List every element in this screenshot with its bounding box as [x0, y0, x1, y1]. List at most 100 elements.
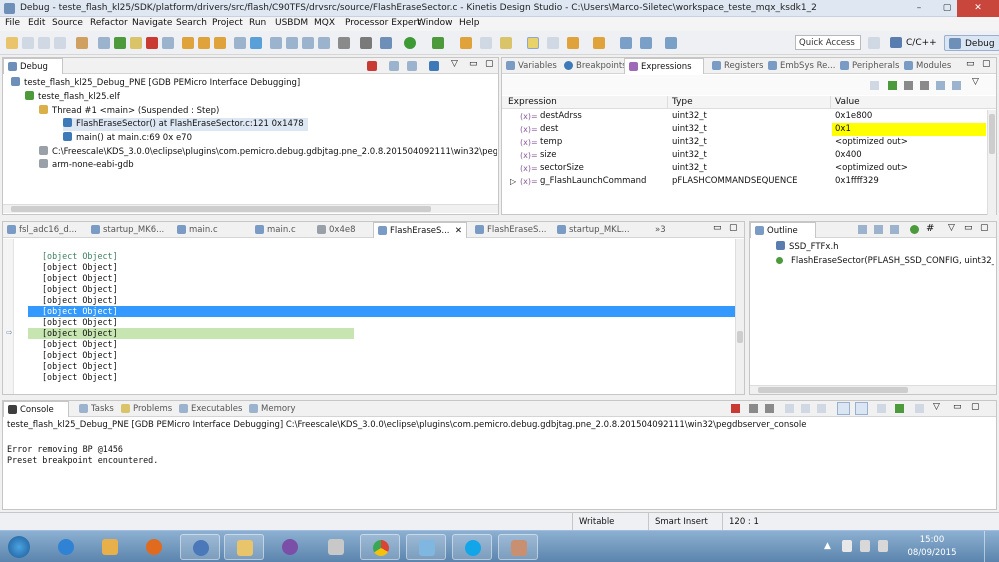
tree-item-frame[interactable]: main() at main.c:69 0x e70: [63, 132, 192, 145]
tab-memory[interactable]: Memory: [245, 401, 296, 417]
search-icon[interactable]: [500, 37, 512, 49]
block-selection-icon[interactable]: [547, 37, 559, 49]
save-all-icon[interactable]: [38, 37, 50, 49]
memory-icon[interactable]: [270, 37, 282, 49]
tab-embsys[interactable]: EmbSys Re...: [764, 58, 835, 74]
table-row[interactable]: (x)= sectorSize uint32_t <optimized out>: [502, 162, 987, 175]
registers-icon[interactable]: [286, 37, 298, 49]
value-cell[interactable]: 0x400: [835, 149, 862, 162]
open-console-icon[interactable]: [915, 404, 924, 413]
tab-debug[interactable]: Debug: [3, 58, 63, 74]
taskbar-app[interactable]: [224, 534, 264, 560]
perspective-cpp[interactable]: C/C++: [886, 35, 941, 51]
external-tools-icon[interactable]: [432, 37, 444, 49]
view-menu-icon[interactable]: ▽: [972, 77, 979, 87]
minimize-view-icon[interactable]: ▭: [953, 402, 962, 412]
menu-usbdm[interactable]: USBDM: [275, 18, 308, 28]
taskbar-app[interactable]: [316, 534, 356, 560]
col-divider[interactable]: [830, 96, 831, 109]
new-icon[interactable]: [6, 37, 18, 49]
last-edit-icon[interactable]: [665, 37, 677, 49]
expressions-vscroll[interactable]: [987, 110, 996, 215]
view-menu-icon[interactable]: ▽: [948, 223, 955, 233]
scroll-thumb[interactable]: [758, 387, 908, 393]
table-row[interactable]: (x)= temp uint32_t <optimized out>: [502, 136, 987, 149]
next-annotation-icon[interactable]: [567, 37, 579, 49]
menu-navigate[interactable]: Navigate: [132, 18, 172, 28]
show-desktop-button[interactable]: [984, 531, 999, 562]
step-return-icon[interactable]: [214, 37, 226, 49]
scroll-thumb[interactable]: [737, 331, 743, 343]
taskbar-app[interactable]: [452, 534, 492, 560]
editor-tab[interactable]: startup_MKL...: [553, 222, 630, 238]
collapse-all-icon[interactable]: [936, 81, 945, 90]
save-icon[interactable]: [22, 37, 34, 49]
col-expression[interactable]: Expression: [508, 97, 557, 107]
taskbar-app[interactable]: [134, 534, 174, 560]
table-row[interactable]: (x)= destAdrss uint32_t 0x1e800: [502, 110, 987, 123]
col-divider[interactable]: [667, 96, 668, 109]
taskbar-app[interactable]: [360, 534, 400, 560]
view-menu-icon[interactable]: ▽: [451, 59, 458, 69]
scroll-thumb[interactable]: [11, 206, 431, 212]
tree-item-launch[interactable]: teste_flash_kl25_Debug_PNE [GDB PEMicro …: [11, 77, 300, 90]
menu-edit[interactable]: Edit: [28, 18, 45, 28]
peripherals-icon[interactable]: [302, 37, 314, 49]
editor-tab-active[interactable]: FlashEraseS... ✕: [373, 222, 467, 238]
show-console-stdout-icon[interactable]: [801, 404, 810, 413]
disconnect-icon[interactable]: [162, 37, 174, 49]
tab-breakpoints[interactable]: Breakpoints: [560, 58, 627, 74]
minimize-view-icon[interactable]: ▭: [964, 223, 973, 233]
terminate-icon[interactable]: [731, 404, 740, 413]
clock-time[interactable]: 15:00: [904, 535, 960, 545]
editor-gutter[interactable]: [3, 239, 14, 394]
debug-config-icon[interactable]: [338, 37, 350, 49]
debug-view-hscroll[interactable]: [3, 204, 498, 213]
volume-icon[interactable]: [878, 540, 888, 552]
forward-icon[interactable]: [640, 37, 652, 49]
open-type-icon[interactable]: [480, 37, 492, 49]
tab-registers[interactable]: Registers: [708, 58, 763, 74]
step-filters-icon[interactable]: [389, 61, 399, 71]
table-row[interactable]: (x)= size uint32_t 0x400: [502, 149, 987, 162]
view-menu-icon[interactable]: ▽: [933, 402, 940, 412]
col-value[interactable]: Value: [835, 97, 860, 107]
skip-breakpoints-icon[interactable]: [98, 37, 110, 49]
value-cell[interactable]: <optimized out>: [835, 162, 908, 175]
taskbar-app[interactable]: [180, 534, 220, 560]
more-tabs-button[interactable]: »3: [639, 222, 666, 238]
menu-processor-expert[interactable]: Processor Expert: [345, 18, 421, 28]
editor-text[interactable]: [object Object] [object Object] [object …: [14, 239, 735, 394]
remove-launches-icon[interactable]: [367, 61, 377, 71]
word-wrap-icon[interactable]: [855, 402, 868, 415]
layout-icon[interactable]: [870, 81, 879, 90]
new-class-icon[interactable]: [460, 37, 472, 49]
editor-tab[interactable]: startup_MK6...: [87, 222, 164, 238]
taskbar-app[interactable]: [46, 534, 86, 560]
hide-macros-icon[interactable]: #: [926, 223, 934, 234]
start-button[interactable]: [2, 534, 36, 560]
add-expression-icon[interactable]: [888, 81, 897, 90]
value-cell[interactable]: 0x1e800: [835, 110, 872, 123]
maximize-view-icon[interactable]: ▢: [982, 59, 991, 69]
editor-vscroll[interactable]: [735, 239, 744, 394]
menu-help[interactable]: Help: [459, 18, 480, 28]
menu-window[interactable]: Window: [417, 18, 453, 28]
terminate-icon[interactable]: [146, 37, 158, 49]
tab-tasks[interactable]: Tasks: [75, 401, 114, 417]
value-cell[interactable]: 0x1ffff329: [835, 175, 879, 188]
suspend-icon[interactable]: [130, 37, 142, 49]
step-over-icon[interactable]: [198, 37, 210, 49]
collapse-all-icon[interactable]: [407, 61, 417, 71]
instruction-step-icon[interactable]: [429, 61, 439, 71]
table-row[interactable]: ▷ (x)= g_FlashLaunchCommand pFLASHCOMMAN…: [502, 175, 987, 188]
tab-console[interactable]: Console: [3, 401, 69, 417]
maximize-view-icon[interactable]: ▢: [485, 59, 494, 69]
network-icon[interactable]: [860, 540, 870, 552]
quick-access-input[interactable]: Quick Access: [795, 35, 861, 50]
perspective-debug[interactable]: Debug: [944, 35, 999, 51]
maximize-view-icon[interactable]: ▢: [980, 223, 989, 233]
flag-icon[interactable]: [842, 540, 852, 552]
scroll-thumb[interactable]: [989, 114, 995, 154]
hide-fields-icon[interactable]: [874, 225, 883, 234]
